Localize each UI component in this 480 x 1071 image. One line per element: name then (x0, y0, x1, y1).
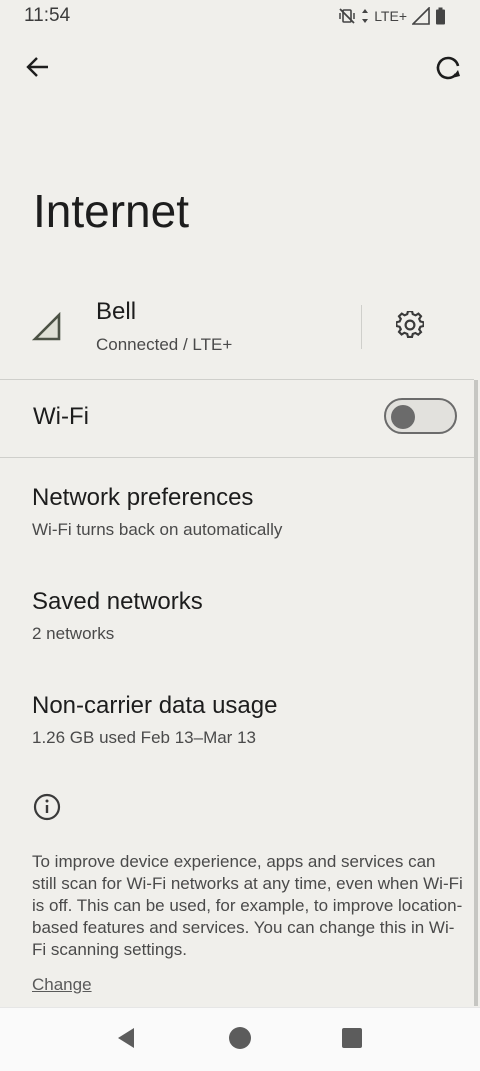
wifi-toggle[interactable] (384, 398, 457, 434)
list-item-title: Network preferences (32, 484, 254, 511)
info-icon (33, 793, 61, 826)
saved-networks-item[interactable]: Saved networks 2 networks (0, 588, 474, 672)
cell-signal-icon (31, 311, 62, 347)
scrollbar[interactable] (474, 380, 478, 1006)
divider (0, 379, 474, 380)
carrier-row[interactable]: Bell Connected / LTE+ (0, 295, 480, 379)
nav-recents-button[interactable] (334, 1022, 370, 1058)
page-title: Internet (33, 185, 189, 237)
mute-vibrate-icon (338, 7, 356, 25)
status-bar: 11:54 LTE+ (0, 0, 480, 32)
nav-back-icon (114, 1026, 138, 1055)
carrier-divider (361, 305, 362, 349)
nav-recents-icon (341, 1027, 363, 1054)
nav-home-button[interactable] (222, 1022, 258, 1058)
status-time: 11:54 (24, 5, 71, 26)
toggle-knob (391, 405, 415, 429)
non-carrier-data-usage-item[interactable]: Non-carrier data usage 1.26 GB used Feb … (0, 692, 474, 776)
list-item-subtitle: 2 networks (32, 624, 115, 643)
network-type-label: LTE+ (374, 8, 407, 24)
wifi-label: Wi-Fi (33, 403, 89, 430)
nav-back-button[interactable] (108, 1022, 144, 1058)
list-item-title: Non-carrier data usage (32, 692, 278, 719)
list-item-title: Saved networks (32, 588, 203, 615)
carrier-name: Bell (96, 298, 137, 325)
battery-icon (435, 7, 446, 25)
internet-reset-icon (434, 54, 462, 87)
back-button[interactable] (14, 45, 62, 93)
change-link[interactable]: Change (32, 975, 92, 995)
data-arrows-icon (361, 8, 369, 24)
gear-icon (395, 309, 425, 344)
arrow-back-icon (25, 54, 51, 85)
nav-home-icon (228, 1026, 252, 1055)
navigation-bar (0, 1007, 480, 1071)
carrier-settings-button[interactable] (386, 303, 434, 351)
wifi-toggle-row[interactable]: Wi-Fi (0, 381, 474, 457)
list-item-subtitle: 1.26 GB used Feb 13–Mar 13 (32, 728, 256, 747)
signal-icon (412, 7, 430, 25)
divider (0, 457, 474, 458)
internet-reset-button[interactable] (424, 46, 472, 94)
network-preferences-item[interactable]: Network preferences Wi-Fi turns back on … (0, 484, 474, 568)
status-icons: LTE+ (338, 7, 446, 25)
list-item-subtitle: Wi-Fi turns back on automatically (32, 520, 283, 539)
wifi-scanning-description: To improve device experience, apps and s… (32, 852, 463, 959)
carrier-status: Connected / LTE+ (96, 335, 233, 354)
